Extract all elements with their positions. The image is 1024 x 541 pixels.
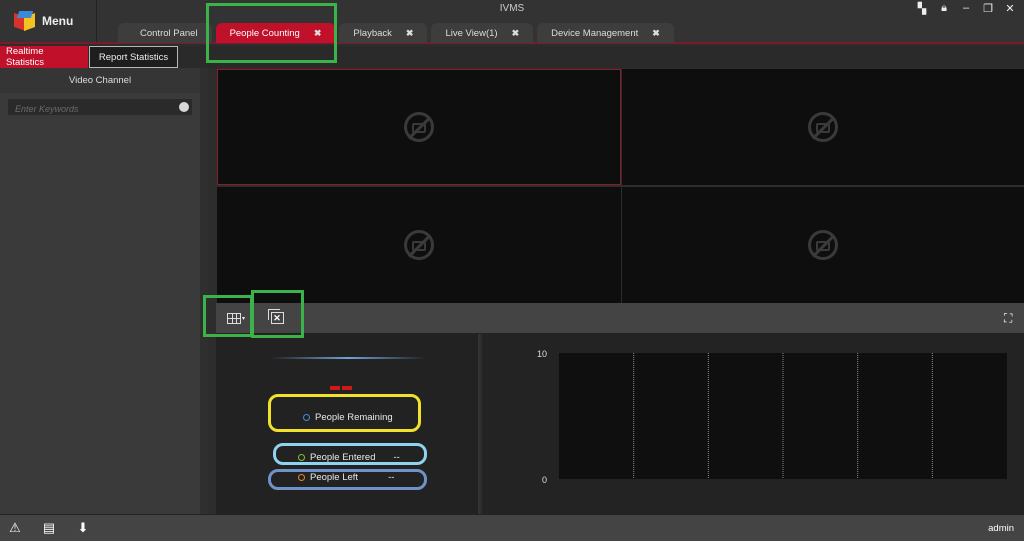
tab-close-icon[interactable]: ✖ — [314, 28, 322, 39]
title-bar: Menu IVMS ▚ 🔒︎ – ❐ ✕ Control Panel Peopl… — [0, 0, 1024, 44]
grid-layout-icon — [226, 312, 241, 324]
alarm-warning-icon[interactable]: ⚠ — [7, 521, 23, 535]
lock-icon[interactable]: 🔒︎ — [938, 2, 950, 15]
sidebar-heading: Video Channel — [0, 68, 200, 93]
highlight-entered — [273, 443, 427, 465]
people-stats-panel: People Remaining People Entered -- Peopl… — [216, 334, 480, 514]
minimize-icon[interactable]: – — [960, 2, 972, 15]
close-all-button[interactable]: ✕ — [265, 308, 289, 328]
tab-close-icon[interactable]: ✖ — [652, 28, 660, 39]
no-video-icon — [808, 112, 838, 142]
video-window-3[interactable] — [217, 187, 621, 303]
restore-icon[interactable]: ❐ — [982, 2, 994, 15]
search-clear-icon[interactable] — [179, 102, 189, 112]
log-icon[interactable]: ▤ — [41, 521, 57, 535]
module-tabs: Control Panel People Counting ✖ Playback… — [118, 23, 678, 43]
fullscreen-icon[interactable]: ⛶ — [1004, 312, 1016, 324]
tab-playback[interactable]: Playback ✖ — [339, 23, 428, 43]
tab-label: Playback — [353, 27, 392, 39]
divider-glow — [271, 357, 426, 359]
statistics-subtabs: Realtime Statistics Report Statistics — [0, 46, 1024, 68]
window-layout-button[interactable]: ▾ — [224, 308, 248, 328]
layout-icon[interactable]: ▚ — [916, 2, 928, 15]
subtab-report-statistics[interactable]: Report Statistics — [89, 46, 178, 68]
close-all-icon: ✕ — [267, 309, 284, 324]
highlight-remaining — [268, 394, 421, 432]
search-input[interactable] — [8, 101, 192, 117]
download-icon[interactable]: ⬇ — [75, 521, 91, 535]
tab-people-counting[interactable]: People Counting ✖ — [215, 23, 336, 43]
y-tick-label: 0 — [542, 475, 547, 485]
remaining-count-indicator — [330, 386, 352, 390]
tab-close-icon[interactable]: ✖ — [406, 28, 414, 39]
tab-device-management[interactable]: Device Management ✖ — [537, 23, 674, 43]
current-user: admin — [988, 523, 1014, 534]
highlight-left — [268, 469, 427, 490]
ivms-window: Menu IVMS ▚ 🔒︎ – ❐ ✕ Control Panel Peopl… — [0, 0, 1024, 541]
video-toolbar: ▾ ✕ ⛶ — [216, 303, 1024, 334]
no-video-icon — [404, 112, 434, 142]
ivms-logo-icon — [14, 11, 36, 32]
video-window-2[interactable] — [622, 69, 1024, 185]
tab-live-view[interactable]: Live View(1) ✖ — [431, 23, 534, 43]
menu-label: Menu — [42, 14, 74, 28]
dropdown-arrow-icon: ▾ — [241, 315, 245, 322]
people-count-chart: 10 0 — [537, 349, 1007, 485]
tab-control-panel[interactable]: Control Panel — [118, 23, 212, 43]
tab-label: Device Management — [551, 27, 639, 39]
channel-search — [8, 99, 192, 117]
status-bar: ⚠ ▤ ⬇ admin — [0, 514, 1024, 541]
tab-close-icon[interactable]: ✖ — [512, 28, 520, 39]
app-title: IVMS — [499, 3, 525, 14]
video-window-1[interactable] — [217, 69, 621, 185]
tab-label: Live View(1) — [445, 27, 498, 39]
tab-label: Control Panel — [140, 27, 198, 39]
no-video-icon — [404, 230, 434, 260]
no-video-icon — [808, 230, 838, 260]
people-count-chart-panel: 10 0 — [482, 334, 1024, 514]
video-window-4[interactable] — [622, 187, 1024, 303]
video-channel-sidebar: Video Channel — [0, 68, 208, 514]
video-grid — [216, 68, 1024, 303]
window-controls: ▚ 🔒︎ – ❐ ✕ — [916, 2, 1016, 15]
subtab-realtime-statistics[interactable]: Realtime Statistics — [0, 46, 88, 68]
close-icon[interactable]: ✕ — [1004, 2, 1016, 15]
tab-label: People Counting — [229, 27, 300, 39]
y-tick-label: 10 — [537, 349, 547, 359]
